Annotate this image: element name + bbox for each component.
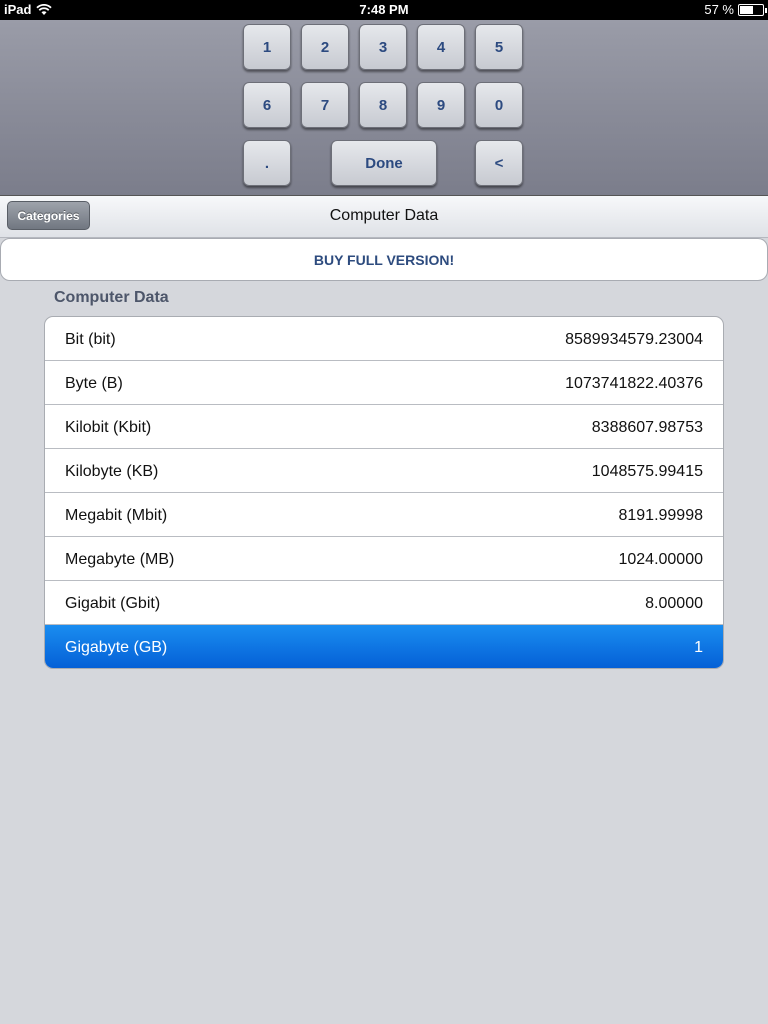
- row-value: 8191.99998: [618, 507, 703, 524]
- row-value: 8589934579.23004: [565, 331, 703, 348]
- key-6[interactable]: 6: [243, 82, 291, 128]
- table-row-megabit[interactable]: Megabit (Mbit) 8191.99998: [45, 493, 723, 537]
- table-row-kilobit[interactable]: Kilobit (Kbit) 8388607.98753: [45, 405, 723, 449]
- table-row-megabyte[interactable]: Megabyte (MB) 1024.00000: [45, 537, 723, 581]
- table-row-gigabit[interactable]: Gigabit (Gbit) 8.00000: [45, 581, 723, 625]
- key-4[interactable]: 4: [417, 24, 465, 70]
- row-value: 1073741822.40376: [565, 375, 703, 392]
- battery-icon: [738, 3, 767, 16]
- key-3[interactable]: 3: [359, 24, 407, 70]
- page-title: Computer Data: [329, 207, 439, 224]
- table-row-bit[interactable]: Bit (bit) 8589934579.23004: [45, 317, 723, 361]
- units-table: Bit (bit) 8589934579.23004 Byte (B) 1073…: [44, 316, 724, 669]
- key-decimal[interactable]: .: [243, 140, 291, 186]
- status-right: 57 %: [704, 2, 767, 17]
- row-value: 1024.00000: [618, 551, 703, 568]
- row-label: Gigabyte (GB): [65, 639, 168, 656]
- row-value: 1: [694, 639, 703, 656]
- status-time: 7:48 PM: [359, 2, 409, 17]
- key-7[interactable]: 7: [301, 82, 349, 128]
- navigation-bar: Categories Computer Data: [0, 196, 768, 238]
- battery-fill: [740, 5, 753, 14]
- numeric-keypad: 1 2 3 4 5 6 7 8 9 0 . Done <: [0, 20, 768, 196]
- row-label: Kilobit (Kbit): [65, 419, 152, 436]
- row-value: 1048575.99415: [591, 463, 703, 480]
- row-label: Byte (B): [65, 375, 123, 392]
- table-row-kilobyte[interactable]: Kilobyte (KB) 1048575.99415: [45, 449, 723, 493]
- row-label: Megabit (Mbit): [65, 507, 168, 524]
- row-value: 8.00000: [645, 595, 703, 612]
- key-9[interactable]: 9: [417, 82, 465, 128]
- table-row-byte[interactable]: Byte (B) 1073741822.40376: [45, 361, 723, 405]
- done-button[interactable]: Done: [331, 140, 437, 186]
- backspace-key[interactable]: <: [475, 140, 523, 186]
- key-0[interactable]: 0: [475, 82, 523, 128]
- key-8[interactable]: 8: [359, 82, 407, 128]
- row-label: Bit (bit): [65, 331, 116, 348]
- row-label: Megabyte (MB): [65, 551, 175, 568]
- key-5[interactable]: 5: [475, 24, 523, 70]
- row-label: Gigabit (Gbit): [65, 595, 161, 612]
- table-row-gigabyte[interactable]: Gigabyte (GB) 1: [45, 625, 723, 668]
- buy-full-version-button[interactable]: BUY FULL VERSION!: [0, 238, 768, 281]
- status-bar: iPad 7:48 PM 57 %: [0, 0, 768, 20]
- row-value: 8388607.98753: [591, 419, 703, 436]
- section-header: Computer Data: [54, 289, 169, 306]
- key-2[interactable]: 2: [301, 24, 349, 70]
- row-label: Kilobyte (KB): [65, 463, 159, 480]
- key-1[interactable]: 1: [243, 24, 291, 70]
- battery-percent: 57 %: [704, 2, 734, 17]
